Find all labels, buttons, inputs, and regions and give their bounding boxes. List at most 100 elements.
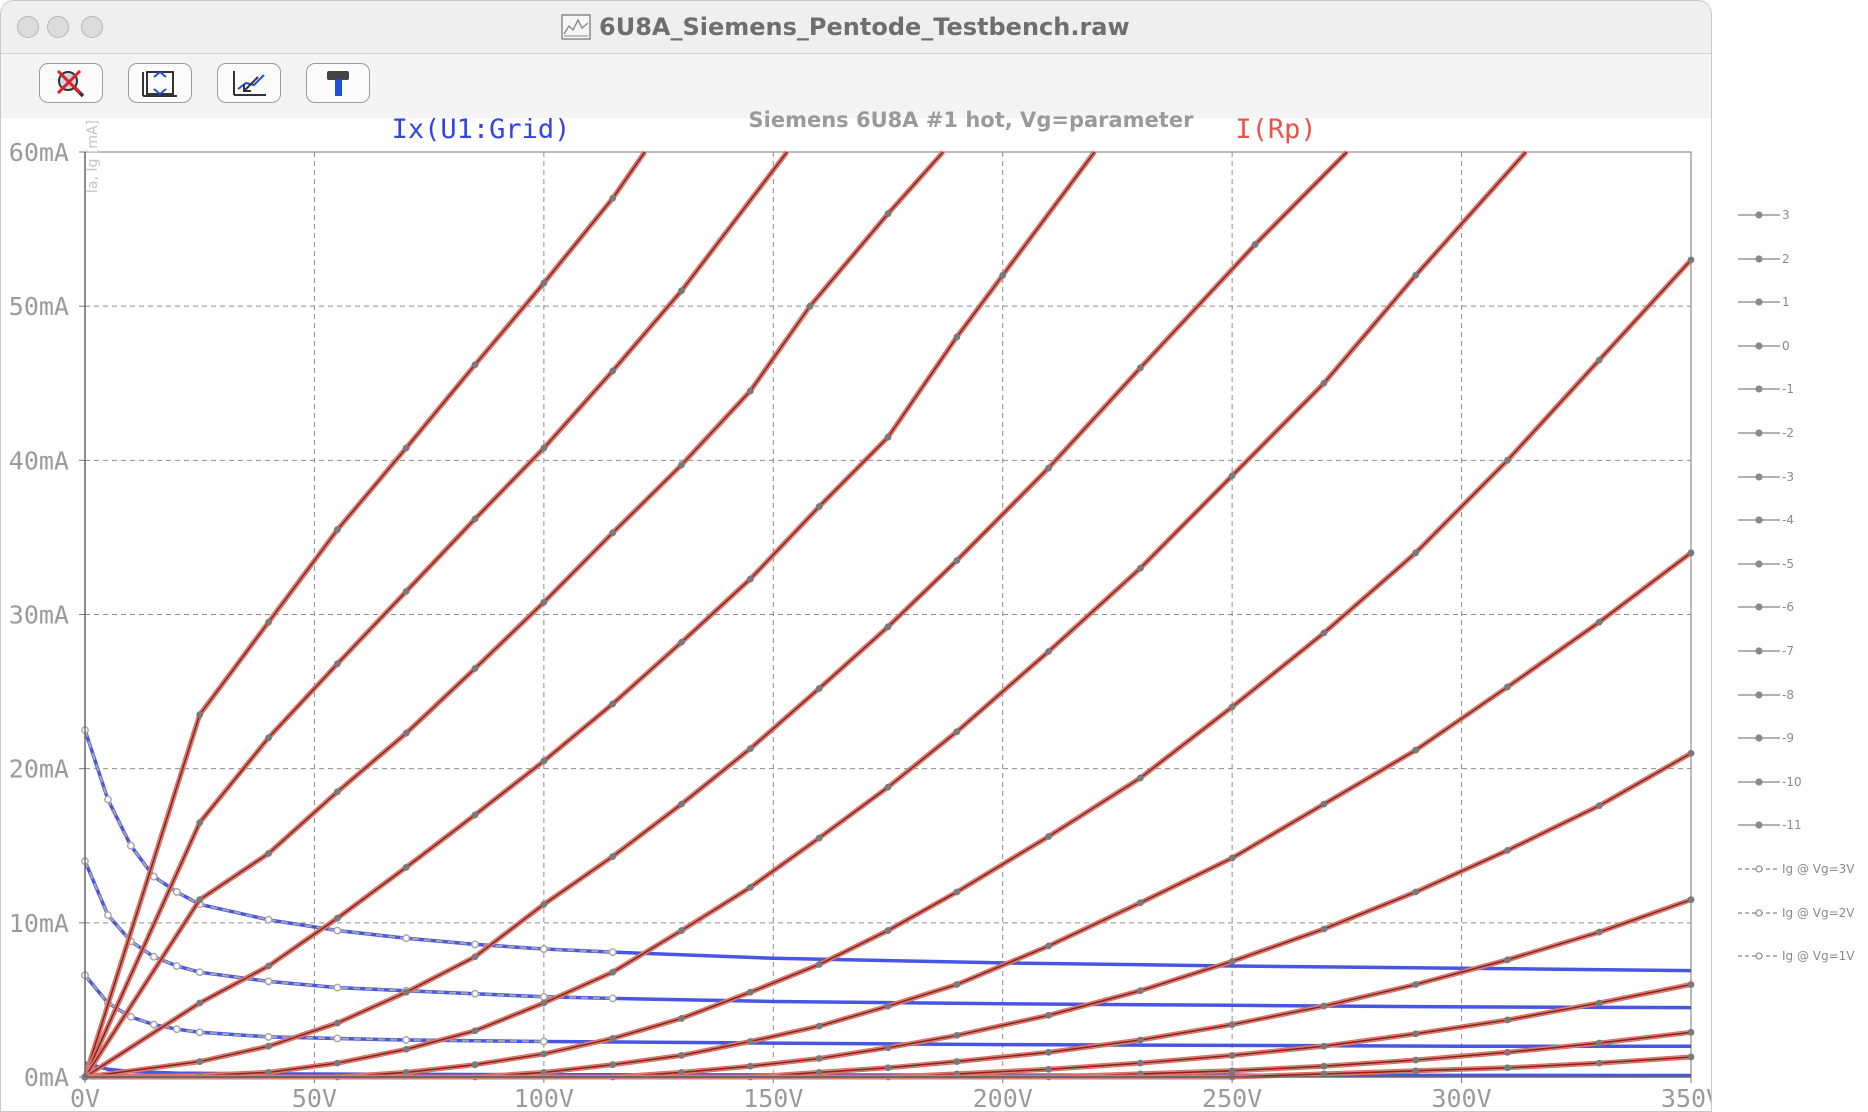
legend-swatch-marker [1755, 560, 1763, 568]
anode-current-point [953, 557, 961, 564]
legend-item[interactable]: -3 [1738, 467, 1794, 487]
anode-current-point [1412, 1056, 1420, 1064]
legend-label: -9 [1782, 731, 1794, 746]
legend-swatch-marker [1755, 952, 1763, 960]
legend-item[interactable]: -5 [1738, 554, 1794, 574]
legend-swatch [1738, 865, 1780, 873]
x-tick-label: 200V [973, 1084, 1033, 1112]
legend-item[interactable]: -8 [1738, 685, 1794, 705]
anode-current-point [609, 529, 617, 537]
legend-label: -7 [1782, 644, 1794, 658]
legend-item[interactable]: 1 [1738, 292, 1790, 312]
anode-current-point [1687, 1053, 1695, 1061]
anode-current-point [540, 444, 548, 452]
anode-current-point [746, 988, 754, 996]
anode-current-point [1136, 987, 1144, 995]
anode-current-point [1412, 271, 1420, 279]
anode-current-point [1045, 1011, 1052, 1019]
x-tick-label: 50V [292, 1084, 337, 1112]
anode-current-point [1504, 1064, 1511, 1072]
anode-current-point [1687, 896, 1695, 904]
grid-current-point [126, 841, 135, 850]
anode-current-point [1595, 1039, 1603, 1047]
zoom-reset-button[interactable] [39, 63, 103, 103]
anode-current-point [746, 745, 754, 753]
legend-item[interactable]: -11 [1738, 815, 1802, 835]
anode-current-point [746, 883, 754, 891]
anode-current-point [333, 1059, 341, 1067]
legend-item[interactable]: -1 [1738, 379, 1794, 399]
anode-current-point [333, 914, 341, 922]
anode-current-point [1320, 800, 1328, 808]
grid-current-point [126, 1012, 135, 1021]
anode-current-point [402, 988, 410, 996]
minimize-window-button[interactable] [47, 16, 69, 38]
anode-current-point [402, 444, 410, 452]
anode-current-point [1412, 888, 1420, 896]
x-tick-label: 0V [70, 1084, 100, 1112]
legend-item[interactable]: -9 [1738, 728, 1794, 748]
anode-current-point [953, 728, 961, 736]
settings-button[interactable] [306, 63, 370, 103]
anode-current-point [540, 900, 548, 908]
anode-current-point [999, 271, 1007, 279]
legend-item[interactable]: 3 [1738, 205, 1790, 225]
legend-swatch-marker [1755, 821, 1763, 829]
grid-current-point [149, 952, 158, 961]
anode-current-point [196, 711, 204, 719]
legend-swatch [1738, 647, 1780, 655]
legend-item[interactable]: 2 [1738, 249, 1790, 269]
legend-item[interactable]: -4 [1738, 510, 1794, 530]
legend-item[interactable]: 0 [1738, 336, 1790, 356]
anode-current-point [1412, 549, 1420, 557]
legend-item[interactable]: Ig @ Vg=3V [1738, 859, 1855, 879]
legend-item[interactable]: Ig @ Vg=1V [1738, 946, 1855, 966]
legend-item[interactable]: -6 [1738, 597, 1794, 617]
anode-current-point [402, 1045, 410, 1053]
anode-current-point [1228, 1067, 1236, 1075]
anode-current-point [678, 1015, 685, 1022]
anode-current-point [196, 896, 204, 904]
anode-current-point [884, 1044, 892, 1052]
anode-current-point [1595, 356, 1603, 364]
legend-item[interactable]: -10 [1738, 772, 1802, 792]
anode-current-point [884, 1064, 892, 1072]
anode-current-point [1504, 456, 1511, 464]
anode-current-point [1320, 925, 1328, 933]
anode-current-point [884, 433, 892, 441]
anode-current-point [884, 623, 892, 631]
legend-item[interactable]: -2 [1738, 423, 1794, 443]
legend-label: -3 [1782, 469, 1794, 484]
legend-swatch [1738, 908, 1780, 917]
legend-item[interactable]: Ig @ Vg=2V [1738, 903, 1855, 923]
anode-current-point [1228, 957, 1236, 965]
anode-current-point [471, 811, 479, 819]
iv-curve-plot[interactable]: 0V 50V 100V 150V 200V 250V 300V 350V 0mA 10mA 20mA… [1, 118, 1712, 1112]
grid-current-point [264, 1032, 273, 1041]
grid-current-point [608, 948, 617, 957]
zoom-window-button[interactable] [81, 16, 103, 38]
x-tick-label: 250V [1202, 1084, 1262, 1112]
close-window-button[interactable] [17, 16, 39, 38]
grid-current-point [539, 1037, 548, 1046]
anode-current-point [678, 287, 685, 295]
anode-current-point [540, 999, 548, 1007]
zoom-previous-button[interactable] [217, 63, 281, 103]
y-tick-label: 20mA [9, 755, 69, 784]
anode-current-point [815, 834, 823, 842]
anode-current-point [265, 962, 272, 970]
legend-label: Ig @ Vg=1V [1782, 949, 1855, 964]
legend-swatch [1738, 952, 1780, 960]
legend-swatch-marker [1755, 254, 1763, 263]
legend-item[interactable]: -7 [1738, 641, 1794, 661]
anode-current-point [1687, 549, 1695, 557]
anode-current-point [1136, 1059, 1144, 1067]
anode-current-point [609, 1061, 617, 1069]
legend-swatch-marker [1755, 211, 1763, 219]
anode-current-point [609, 853, 617, 860]
legend-swatch [1738, 516, 1780, 524]
legend-swatch-marker [1755, 472, 1763, 481]
anode-current-point [609, 367, 617, 375]
grid-current-point [333, 926, 342, 935]
autoscale-button[interactable] [128, 63, 192, 103]
